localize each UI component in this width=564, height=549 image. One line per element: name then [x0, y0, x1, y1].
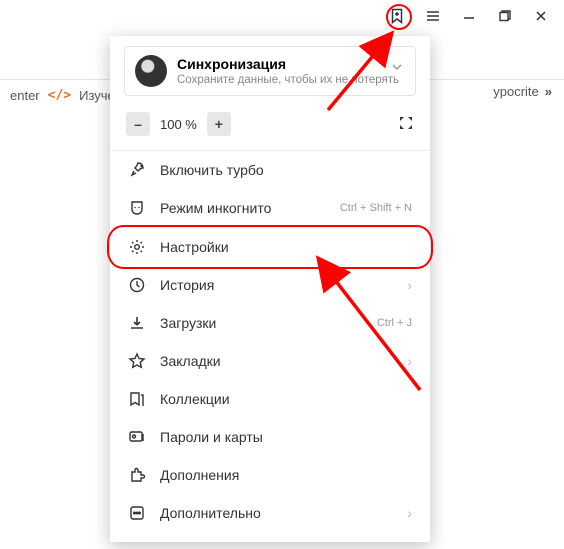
main-menu-button[interactable]	[416, 2, 450, 30]
chevron-right-icon: ›	[407, 277, 412, 293]
panel-bookmark-fragment: ypocrite »	[493, 84, 552, 99]
flame-icon	[491, 47, 509, 65]
menu-label: Пароли и карты	[160, 429, 412, 445]
close-icon	[534, 9, 548, 23]
menu-item-incognito[interactable]: Режим инкогнито Ctrl + Shift + N	[110, 189, 430, 227]
window-close-button[interactable]	[524, 2, 558, 30]
main-menu-dropdown: Синхронизация Сохраните данные, чтобы их…	[110, 36, 430, 542]
bookmark-filled-icon	[454, 48, 470, 64]
shortcut-hint: Ctrl + Shift + N	[340, 202, 412, 214]
menu-item-turbo[interactable]: Включить турбо	[110, 151, 430, 189]
chevron-down-icon	[391, 61, 403, 76]
zoom-in-button[interactable]: +	[207, 112, 231, 136]
window-maximize-button[interactable]	[488, 2, 522, 30]
menu-label: Коллекции	[160, 391, 412, 407]
menu-label: Закладки	[160, 353, 393, 369]
menu-label: Загрузки	[160, 315, 363, 331]
menu-item-passwords[interactable]: Пароли и карты	[110, 418, 430, 456]
download-button[interactable]	[524, 42, 552, 70]
fullscreen-button[interactable]	[398, 115, 414, 134]
avatar	[135, 55, 167, 87]
menu-label: Режим инкогнито	[160, 200, 326, 216]
shortcut-hint: Ctrl + J	[377, 317, 412, 329]
menu-item-history[interactable]: История ›	[110, 266, 430, 304]
bookmarks-more-button[interactable]: »	[545, 84, 552, 99]
code-icon: </>	[48, 88, 71, 103]
zoom-out-button[interactable]: –	[126, 112, 150, 136]
bookmark-item[interactable]: ypocrite	[493, 84, 539, 99]
rocket-icon	[128, 161, 146, 179]
menu-label: Включить турбо	[160, 162, 412, 178]
menu-label: История	[160, 277, 393, 293]
menu-item-downloads[interactable]: Загрузки Ctrl + J	[110, 304, 430, 342]
chevron-right-icon: ›	[407, 505, 412, 521]
history-icon	[128, 276, 146, 294]
menu-item-more[interactable]: Дополнительно ›	[110, 494, 430, 532]
sync-card[interactable]: Синхронизация Сохраните данные, чтобы их…	[124, 46, 416, 96]
flame-button[interactable]	[486, 42, 514, 70]
incognito-icon	[128, 199, 146, 217]
puzzle-icon	[128, 466, 146, 484]
zoom-value: 100 %	[160, 117, 197, 132]
gear-icon	[128, 238, 146, 256]
sync-text: Синхронизация Сохраните данные, чтобы их…	[177, 56, 399, 86]
sync-subtitle: Сохраните данные, чтобы их не потерять	[177, 74, 399, 86]
download-icon	[128, 314, 146, 332]
bookmark-strip-button[interactable]	[448, 42, 476, 70]
bookmark-page-button[interactable]	[380, 2, 414, 30]
menu-item-collections[interactable]: Коллекции	[110, 380, 430, 418]
star-icon	[128, 352, 146, 370]
sync-title: Синхронизация	[177, 56, 399, 72]
bookmark-item[interactable]: enter	[10, 88, 40, 103]
fullscreen-icon	[398, 115, 414, 131]
window-minimize-button[interactable]	[452, 2, 486, 30]
maximize-icon	[498, 9, 512, 23]
collections-icon	[128, 390, 146, 408]
zoom-row: – 100 % +	[110, 102, 430, 150]
menu-label: Дополнительно	[160, 505, 393, 521]
menu-item-settings[interactable]: Настройки	[110, 228, 430, 266]
minimize-icon	[462, 9, 476, 23]
menu-item-addons[interactable]: Дополнения	[110, 456, 430, 494]
key-card-icon	[128, 428, 146, 446]
bookmark-outline-icon	[389, 8, 405, 24]
more-icon	[128, 504, 146, 522]
menu-label: Дополнения	[160, 467, 412, 483]
menu-item-bookmarks[interactable]: Закладки ›	[110, 342, 430, 380]
hamburger-icon	[425, 8, 441, 24]
download-icon	[529, 47, 547, 65]
menu-label: Настройки	[160, 239, 412, 255]
window-titlebar	[0, 0, 564, 32]
chevron-right-icon: ›	[407, 353, 412, 369]
